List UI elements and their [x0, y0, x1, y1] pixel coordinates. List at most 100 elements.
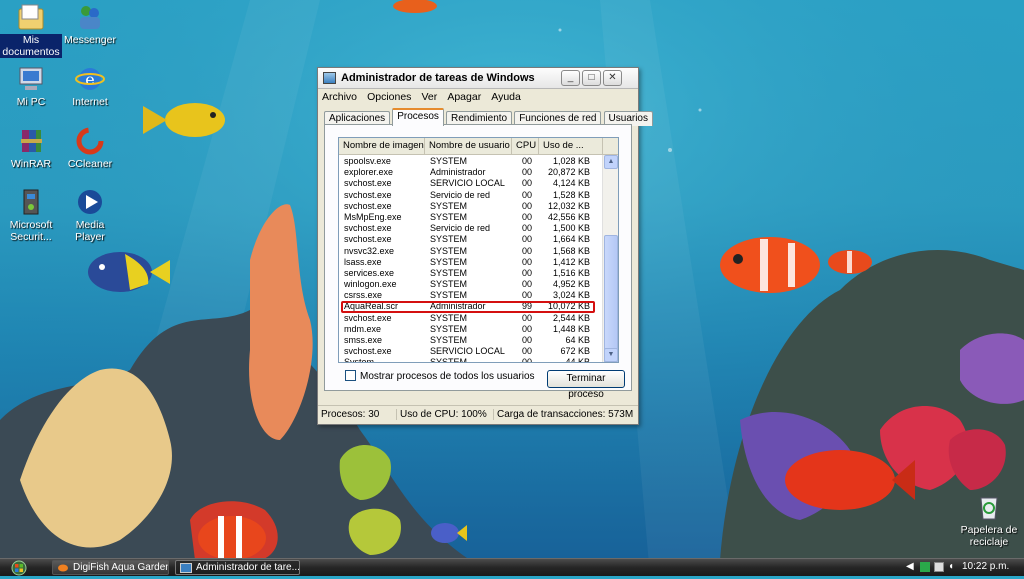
process-user-name: SYSTEM — [430, 323, 468, 334]
clock[interactable]: 10:22 p.m. — [962, 561, 1009, 572]
process-row[interactable]: spoolsv.exe SYSTEM 00 1,028 KB — [339, 156, 603, 167]
process-row[interactable]: MsMpEng.exe SYSTEM 00 42,556 KB — [339, 212, 603, 223]
menu-opciones[interactable]: Opciones — [367, 91, 411, 103]
desktop-icon-label: Mi PC — [16, 96, 46, 108]
desktop-icon-messenger[interactable]: Messenger — [59, 2, 121, 46]
process-memory: 12,032 KB — [547, 200, 590, 211]
desktop-icon-microsoft-security[interactable]: Microsoft Securit... — [0, 187, 62, 243]
tab-strip: Aplicaciones Procesos Rendimiento Funcio… — [324, 108, 653, 126]
process-cpu: 00 — [522, 290, 533, 301]
process-row[interactable]: mdm.exe SYSTEM 00 1,448 KB — [339, 324, 603, 335]
taskbar-button-task-manager[interactable]: Administrador de tare... — [175, 560, 300, 575]
vertical-scrollbar[interactable]: ▲ ▼ — [602, 155, 618, 362]
menu-ayuda[interactable]: Ayuda — [491, 91, 521, 103]
column-image-name[interactable]: Nombre de imagen — [339, 138, 425, 154]
menu-archivo[interactable]: Archivo — [322, 91, 357, 103]
process-row[interactable]: explorer.exe Administrador 00 20,872 KB — [339, 167, 603, 178]
show-all-users-checkbox[interactable] — [345, 370, 356, 381]
menu-apagar[interactable]: Apagar — [447, 91, 481, 103]
windows-logo-icon — [11, 560, 27, 576]
desktop-icon-label: WinRAR — [10, 158, 52, 170]
process-cpu: 00 — [522, 211, 533, 222]
close-button[interactable]: ✕ — [603, 70, 622, 86]
process-cpu: 00 — [522, 323, 533, 334]
process-row[interactable]: svchost.exe SYSTEM 00 12,032 KB — [339, 201, 603, 212]
process-cpu: 00 — [522, 178, 533, 189]
process-user-name: SYSTEM — [430, 245, 468, 256]
process-row[interactable]: svchost.exe SERVICIO LOCAL 00 4,124 KB — [339, 178, 603, 189]
task-manager-app-icon — [323, 72, 336, 84]
process-user-name: Servicio de red — [430, 189, 491, 200]
process-memory: 1,412 KB — [552, 256, 590, 267]
process-row[interactable]: nvsvc32.exe SYSTEM 00 1,568 KB — [339, 246, 603, 257]
process-memory: 42,556 KB — [547, 211, 590, 222]
process-row[interactable]: services.exe SYSTEM 00 1,516 KB — [339, 268, 603, 279]
scroll-up-arrow-icon[interactable]: ▲ — [604, 155, 618, 169]
process-cpu: 00 — [522, 279, 533, 290]
process-row[interactable]: smss.exe SYSTEM 00 64 KB — [339, 335, 603, 346]
column-user-name[interactable]: Nombre de usuario — [425, 138, 512, 154]
process-user-name: SYSTEM — [430, 156, 468, 166]
show-all-users-option[interactable]: Mostrar procesos de todos los usuarios — [345, 370, 535, 382]
process-memory: 2,544 KB — [552, 312, 590, 323]
desktop-icon-my-documents[interactable]: Mis documentos — [0, 2, 62, 58]
recycle-bin-icon — [974, 492, 1004, 522]
process-cpu: 00 — [522, 256, 533, 267]
desktop-icon-label: CCleaner — [67, 158, 113, 170]
scroll-down-arrow-icon[interactable]: ▼ — [604, 348, 618, 362]
process-row[interactable]: winlogon.exe SYSTEM 00 4,952 KB — [339, 279, 603, 290]
minimize-button[interactable]: _ — [561, 70, 580, 86]
end-process-button[interactable]: Terminar proceso — [547, 370, 625, 400]
process-image-name: lsass.exe — [344, 256, 382, 267]
process-user-name: SYSTEM — [430, 290, 468, 301]
process-list[interactable]: Nombre de imagen Nombre de usuario CPU U… — [338, 137, 619, 363]
process-image-name: svchost.exe — [344, 234, 392, 245]
title-bar[interactable]: Administrador de tareas de Windows _ □ ✕ — [318, 68, 638, 89]
tray-expand-icon[interactable]: ◀ — [906, 561, 914, 572]
my-computer-icon — [16, 64, 46, 94]
start-button[interactable] — [2, 560, 36, 576]
task-manager-window[interactable]: Administrador de tareas de Windows _ □ ✕… — [317, 67, 653, 425]
process-memory: 3,024 KB — [552, 290, 590, 301]
process-row[interactable]: svchost.exe Servicio de red 00 1,528 KB — [339, 190, 603, 201]
process-image-name: services.exe — [344, 267, 395, 278]
process-image-name: svchost.exe — [344, 178, 392, 189]
process-row[interactable]: svchost.exe SYSTEM 00 2,544 KB — [339, 313, 603, 324]
process-cpu: 99 — [522, 301, 533, 312]
process-user-name: Administrador — [430, 301, 486, 312]
process-image-name: mdm.exe — [344, 323, 382, 334]
process-row[interactable]: System SYSTEM 00 44 KB — [339, 357, 603, 363]
process-row[interactable]: AquaReal.scr Administrador 99 10,072 KB — [339, 301, 603, 314]
process-cpu: 00 — [522, 357, 533, 363]
tab-procesos[interactable]: Procesos — [392, 108, 444, 126]
maximize-button[interactable]: □ — [582, 70, 601, 86]
column-cpu[interactable]: CPU — [512, 138, 539, 154]
desktop-icon-media-player[interactable]: Media Player — [59, 187, 121, 243]
process-row[interactable]: svchost.exe Servicio de red 00 1,500 KB — [339, 223, 603, 234]
column-memory[interactable]: Uso de ... — [539, 138, 603, 154]
process-row[interactable]: csrss.exe SYSTEM 00 3,024 KB — [339, 290, 603, 301]
desktop-icon-label: Media Player — [75, 219, 105, 243]
process-memory: 4,952 KB — [552, 279, 590, 290]
process-memory: 4,124 KB — [552, 178, 590, 189]
status-cpu-usage: Uso de CPU: 100% — [396, 409, 487, 420]
desktop-icon-recycle-bin[interactable]: Papelera de reciclaje — [956, 492, 1022, 548]
volume-icon[interactable]: ◖ — [948, 561, 954, 572]
scroll-thumb[interactable] — [604, 235, 618, 362]
process-row[interactable]: svchost.exe SYSTEM 00 1,664 KB — [339, 234, 603, 245]
taskbar-button-label: DigiFish Aqua Garden ... — [73, 562, 169, 573]
desktop-icon-internet[interactable]: e Internet — [59, 64, 121, 108]
process-user-name: SYSTEM — [430, 279, 468, 290]
desktop-icon-winrar[interactable]: WinRAR — [0, 126, 62, 170]
network-tray-icon[interactable] — [934, 562, 944, 572]
taskbar-button-digifish[interactable]: DigiFish Aqua Garden ... — [52, 560, 169, 575]
desktop-icon-ccleaner[interactable]: CCleaner — [59, 126, 121, 170]
security-tray-icon[interactable] — [920, 562, 930, 572]
process-row[interactable]: lsass.exe SYSTEM 00 1,412 KB — [339, 257, 603, 268]
desktop-icon-my-computer[interactable]: Mi PC — [0, 64, 62, 108]
clown-fish — [198, 516, 266, 560]
menu-ver[interactable]: Ver — [422, 91, 438, 103]
process-image-name: winlogon.exe — [344, 279, 397, 290]
process-row[interactable]: svchost.exe SERVICIO LOCAL 00 672 KB — [339, 346, 603, 357]
process-user-name: Administrador — [430, 167, 486, 178]
